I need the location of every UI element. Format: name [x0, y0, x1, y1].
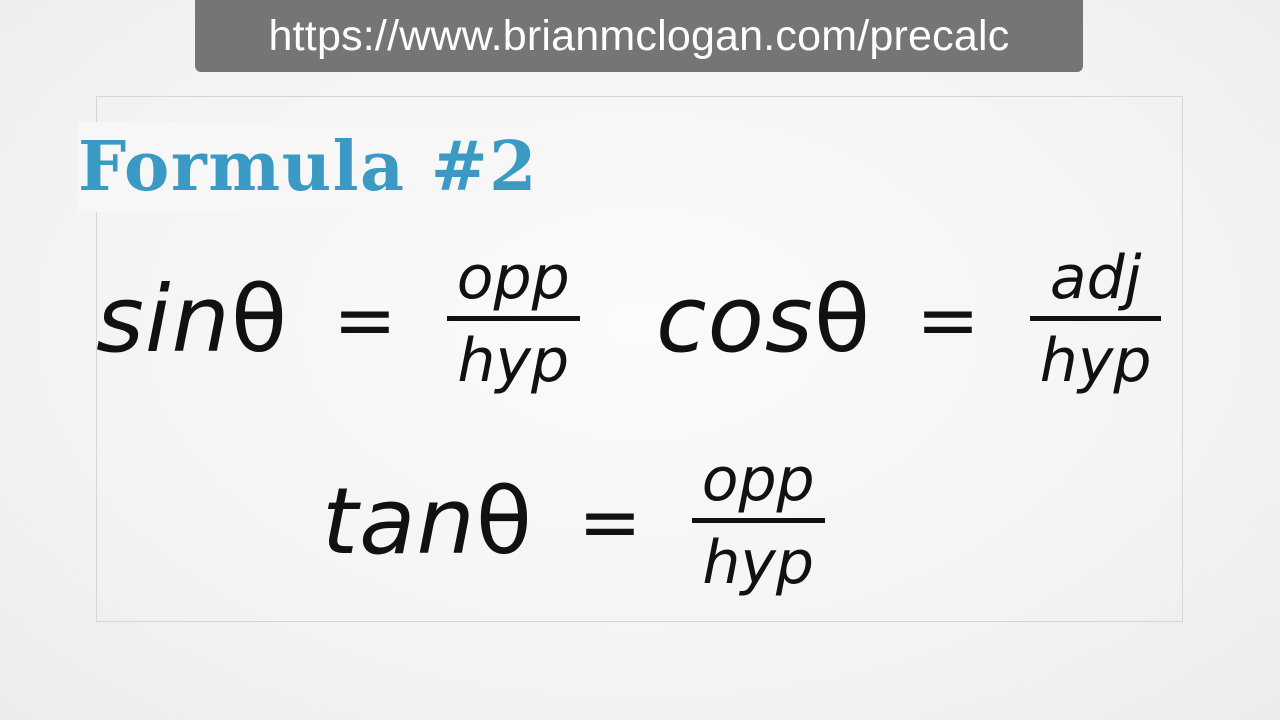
cosine-denominator: hyp — [1039, 326, 1152, 396]
theta-symbol: θ — [813, 266, 871, 373]
url-banner[interactable]: https://www.brianmclogan.com/precalc — [195, 0, 1083, 72]
tangent-function-label: tan — [322, 468, 476, 575]
equals-sign: = — [578, 477, 642, 566]
sine-numerator: opp — [456, 243, 570, 313]
sine-denominator: hyp — [457, 326, 570, 396]
equals-sign: = — [916, 275, 980, 364]
equals-sign: = — [333, 275, 397, 364]
cosine-function-label: cos — [656, 266, 814, 373]
sine-equation: sin θ = opp hyp — [96, 244, 580, 395]
slide-title: Formula #2 — [78, 122, 544, 212]
fraction-bar — [446, 316, 580, 321]
cosine-fraction: adj hyp — [1029, 243, 1162, 396]
sine-function-label: sin — [96, 266, 231, 373]
tangent-equation: tan θ = opp hyp — [322, 446, 825, 597]
theta-symbol: θ — [230, 266, 288, 373]
cosine-equation: cos θ = adj hyp — [656, 243, 1162, 396]
fraction-bar — [691, 518, 825, 523]
tangent-denominator: hyp — [702, 528, 814, 598]
fraction-bar — [1029, 316, 1162, 321]
cosine-numerator: adj — [1049, 243, 1142, 313]
tangent-fraction: opp hyp — [691, 445, 825, 598]
sine-fraction: opp hyp — [446, 243, 580, 396]
tangent-numerator: opp — [701, 445, 815, 515]
theta-symbol: θ — [475, 468, 533, 575]
